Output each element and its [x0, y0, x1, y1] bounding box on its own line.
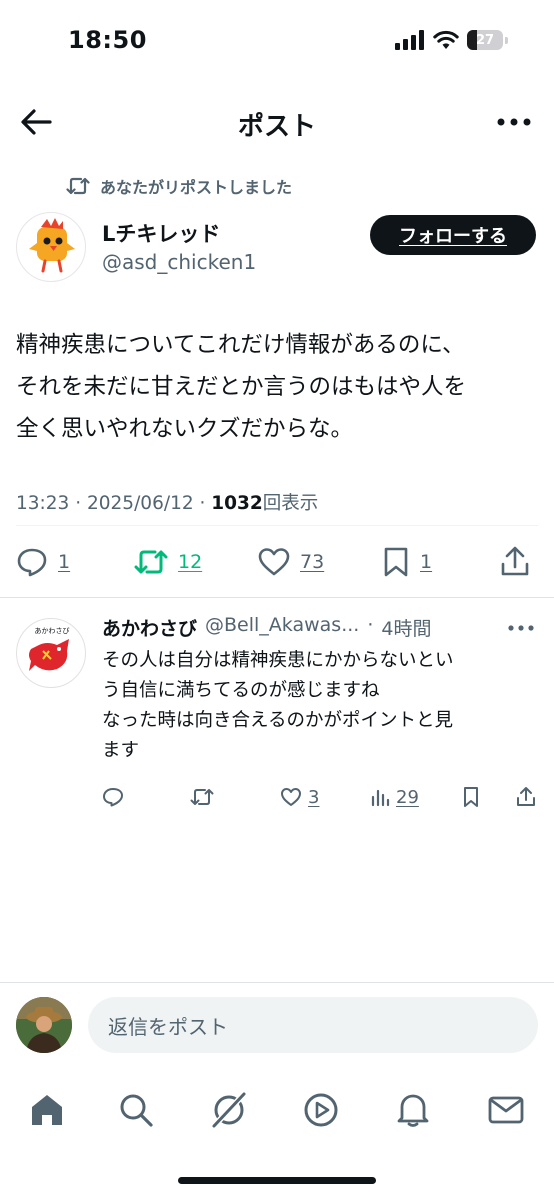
view-count-label: 回表示: [262, 493, 319, 514]
reply-text: その人は自分は精神疾患にかからないとい う自信に満ちてるのが感じますね なった時…: [102, 646, 532, 766]
tab-search[interactable]: [114, 1088, 158, 1132]
like-button[interactable]: 73: [258, 540, 324, 584]
back-arrow-icon: [21, 109, 52, 135]
heart-icon: [258, 548, 290, 576]
author-avatar[interactable]: [16, 212, 86, 282]
reply-count: 1: [58, 551, 71, 573]
reply-share-button[interactable]: [516, 782, 536, 812]
divider: [16, 525, 538, 526]
bookmark-count: 1: [420, 551, 433, 573]
like-count: 73: [300, 551, 325, 573]
heart-icon: [281, 788, 301, 806]
search-icon: [120, 1094, 153, 1127]
wifi-icon: [433, 30, 459, 49]
analytics-icon: [371, 789, 390, 807]
reply-time: 4時間: [381, 618, 432, 640]
bell-icon: [397, 1094, 429, 1127]
share-icon: [501, 546, 529, 576]
status-time: 18:50: [68, 26, 147, 54]
more-icon: [497, 118, 531, 126]
share-icon: [517, 787, 535, 806]
back-button[interactable]: [18, 104, 54, 140]
post-text-line: それを未だに甘えだとか言うのはもはや人を: [16, 374, 467, 400]
author-row: Lチキレッド @asd_chicken1 フォローする: [16, 212, 538, 282]
more-icon: [508, 625, 534, 631]
reply-icon: [103, 788, 123, 807]
post-text-line: 全く思いやれないクズだからな。: [16, 416, 354, 442]
bookmark-button[interactable]: 1: [382, 540, 432, 584]
top-bar: ポスト: [0, 96, 554, 150]
reply-header: あかわさび @Bell_Akawas... · 4時間: [102, 614, 530, 641]
post-text: 精神疾患についてこれだけ情報があるのに、 それを未だに甘えだとか言うのはもはや人…: [16, 324, 540, 450]
reply-compose-bar: 返信をポスト: [0, 982, 554, 1070]
reply-button[interactable]: 1: [16, 540, 70, 584]
reply-text-line: その人は自分は精神疾患にかからないとい: [102, 650, 454, 671]
view-count: 1032: [211, 493, 263, 514]
reply-avatar[interactable]: あかわさび: [16, 618, 86, 688]
my-avatar[interactable]: [16, 997, 72, 1053]
repost-icon: [190, 789, 214, 805]
post-date: 2025/06/12: [86, 493, 194, 514]
reply-view-count: 29: [396, 786, 419, 808]
post-text-line: 精神疾患についてこれだけ情報があるのに、: [16, 332, 465, 358]
reply-separator: ·: [367, 614, 374, 636]
repost-button[interactable]: 12: [134, 540, 202, 584]
chicken-avatar-icon: [29, 218, 75, 273]
red-bird-avatar-icon: あかわさび: [29, 627, 70, 671]
reply-item[interactable]: あかわさび あかわさび @Bell_Akawas... · 4時間 その人は自分…: [0, 598, 554, 828]
reply-author-name[interactable]: あかわさび: [102, 614, 197, 641]
bottom-tab-bar: [0, 1080, 554, 1140]
reply-like-count: 3: [308, 786, 320, 808]
post-meta: 13:23 · 2025/06/12 · 1032回表示: [16, 489, 318, 515]
reply-reply-button[interactable]: [102, 782, 124, 812]
repost-icon: [134, 550, 168, 574]
more-options-button[interactable]: [496, 104, 532, 140]
reply-text-line: ます: [102, 740, 140, 761]
battery-tip: [505, 36, 508, 44]
page-title: ポスト: [237, 112, 316, 142]
meta-separator: ·: [69, 493, 87, 514]
author-name[interactable]: Lチキレッド: [102, 218, 220, 248]
home-icon: [32, 1095, 62, 1125]
author-handle[interactable]: @asd_chicken1: [102, 250, 256, 274]
mail-icon: [488, 1096, 524, 1124]
reply-like-button[interactable]: 3: [280, 782, 319, 812]
reply-more-button[interactable]: [506, 614, 536, 642]
battery-icon: 27: [467, 30, 503, 50]
repost-note-text: あなたがリポストしました: [100, 178, 293, 197]
reply-text-line: う自信に満ちてるのが感じますね: [102, 680, 380, 701]
post-time: 13:23: [16, 493, 70, 514]
user-photo-icon: [16, 997, 72, 1053]
bookmark-icon: [384, 547, 408, 577]
reply-actions: 3 29: [102, 782, 542, 812]
reply-repost-button[interactable]: [190, 782, 214, 812]
home-indicator[interactable]: [178, 1177, 376, 1184]
tab-notifications[interactable]: [391, 1088, 435, 1132]
tab-messages[interactable]: [484, 1088, 528, 1132]
repost-note: あなたがリポストしました: [66, 174, 292, 198]
reply-bookmark-button[interactable]: [462, 782, 480, 812]
signal-icon: [395, 30, 424, 50]
repost-icon: [66, 177, 90, 195]
reply-views-button[interactable]: 29: [370, 782, 419, 812]
tab-grok[interactable]: [207, 1088, 251, 1132]
meta-separator: ·: [193, 493, 212, 514]
reply-author-handle[interactable]: @Bell_Akawas...: [205, 614, 359, 641]
repost-count: 12: [178, 551, 203, 573]
tab-video[interactable]: [299, 1088, 343, 1132]
reply-icon: [17, 548, 47, 577]
play-icon: [304, 1093, 338, 1127]
bookmark-icon: [464, 787, 478, 807]
status-bar: 18:50 27: [0, 0, 554, 80]
grok-icon: [211, 1091, 247, 1129]
reply-input[interactable]: 返信をポスト: [88, 997, 538, 1053]
tab-home[interactable]: [25, 1088, 69, 1132]
follow-button[interactable]: フォローする: [370, 215, 536, 255]
battery-percent: 27: [475, 32, 495, 48]
post-actions: 1 12 73 1: [16, 540, 538, 584]
share-button[interactable]: [500, 540, 530, 584]
reply-text-line: なった時は向き合えるのかがポイントと見: [102, 710, 453, 731]
status-icons: 27: [395, 30, 508, 50]
reply-avatar-label: あかわさび: [35, 627, 70, 635]
